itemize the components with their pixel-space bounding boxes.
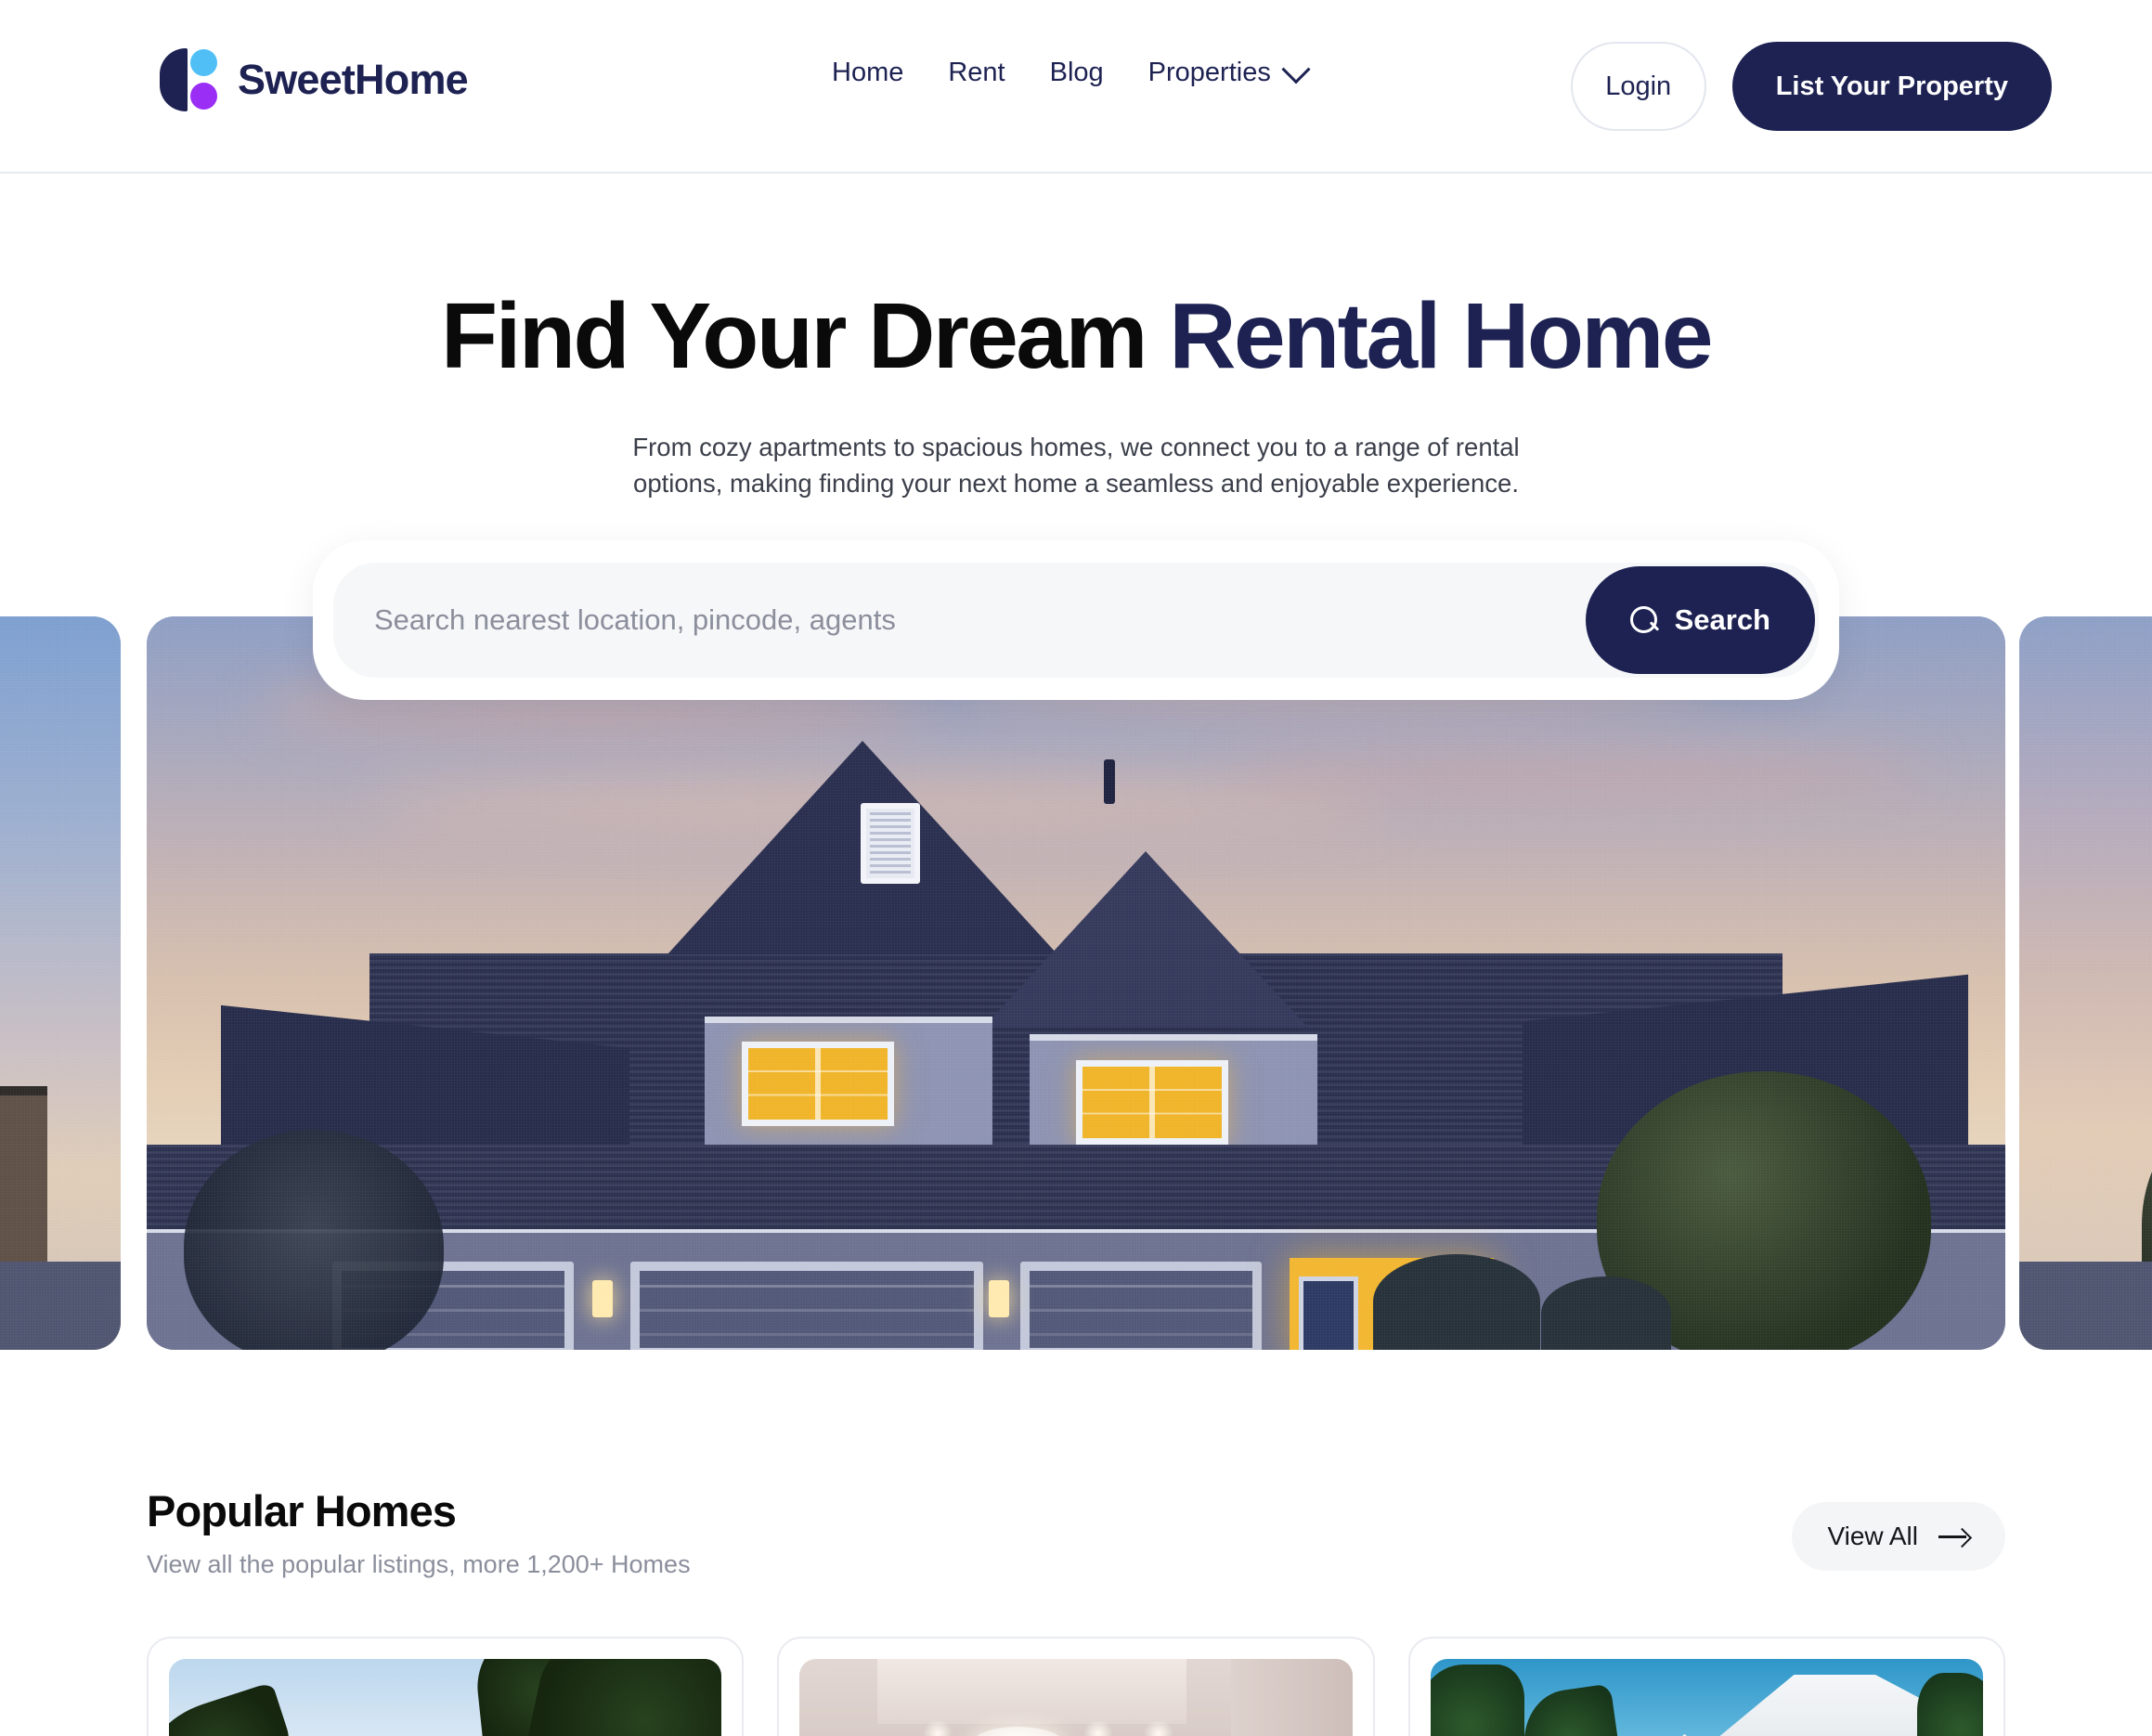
search-bar: Search (313, 540, 1839, 700)
header-actions: Login List Your Property (1570, 42, 2052, 131)
carousel-slide-previous[interactable] (0, 616, 121, 1350)
sweethome-logo-icon (160, 48, 217, 111)
decor-tree (184, 1130, 445, 1350)
view-all-button[interactable]: View All (1792, 1502, 2005, 1571)
hero-title-accent: Rental Home (1169, 284, 1713, 388)
decor-lit-window (1076, 1059, 1229, 1145)
decor-palm (1430, 1665, 1524, 1736)
decor-palm (1916, 1673, 1983, 1736)
hero-carousel (0, 616, 2152, 1350)
decor-lit-window (741, 1042, 894, 1127)
popular-homes-header: Popular Homes View all the popular listi… (147, 1485, 2005, 1579)
site-header: SweetHome Home Rent Blog Properties Logi… (0, 0, 2152, 174)
nav-item-blog[interactable]: Blog (1028, 58, 1126, 88)
chevron-down-icon (1281, 54, 1311, 84)
hero-subtitle: From cozy apartments to spacious homes, … (632, 433, 1520, 499)
carousel-image-previous (0, 616, 121, 1350)
decor-shrub (1540, 1276, 1671, 1350)
main-nav: Home Rent Blog Properties (810, 54, 1329, 88)
decor-foreground (0, 1262, 121, 1350)
property-card-image (799, 1659, 1353, 1736)
decor-foreground (2019, 1262, 2152, 1350)
view-all-label: View All (1827, 1522, 1918, 1550)
decor-porch-lamp (988, 1279, 1009, 1317)
section-subtitle: View all the popular listings, more 1,20… (147, 1550, 691, 1579)
property-card[interactable] (147, 1637, 745, 1736)
arrow-right-icon (1938, 1529, 1970, 1544)
decor-garage-door (1019, 1262, 1263, 1350)
popular-homes-list (147, 1637, 2005, 1736)
decor-front-door (1299, 1276, 1359, 1350)
list-your-property-button[interactable]: List Your Property (1731, 42, 2052, 131)
decor-ceiling (876, 1659, 1187, 1724)
page-title: Find Your Dream Rental Home (0, 288, 2152, 385)
property-card-image (1430, 1659, 1983, 1736)
decor-cloud (1225, 748, 1931, 800)
decor-palm-frond (169, 1681, 303, 1736)
decor-palm (1517, 1683, 1626, 1736)
decor-shrub (1373, 1254, 1541, 1350)
carousel-slide-next[interactable] (2019, 616, 2152, 1350)
nav-item-home[interactable]: Home (810, 58, 926, 88)
popular-homes-heading-group: Popular Homes View all the popular listi… (147, 1485, 691, 1579)
logo-dot-purple-icon (190, 83, 217, 110)
nav-item-rent[interactable]: Rent (926, 58, 1027, 88)
decor-pendant-light (970, 1726, 1066, 1736)
search-icon (1629, 606, 1658, 634)
decor-porch-lamp (592, 1279, 614, 1317)
decor-gable-vent (860, 803, 920, 885)
nav-item-properties-label: Properties (1147, 58, 1271, 87)
property-card-image (169, 1659, 722, 1736)
decor-palm-frond (518, 1659, 722, 1736)
property-card[interactable] (777, 1637, 1375, 1736)
search-field[interactable]: Search (333, 563, 1819, 678)
logo-dot-blue-icon (190, 49, 217, 76)
carousel-image-active (147, 616, 2005, 1350)
decor-wall (1230, 1659, 1353, 1736)
logo-d-shape (160, 48, 188, 111)
search-button-label: Search (1674, 603, 1770, 636)
hero-title-plain: Find Your Dream (441, 284, 1170, 388)
brand-name: SweetHome (238, 56, 469, 103)
brand-logo[interactable]: SweetHome (160, 48, 469, 111)
search-button[interactable]: Search (1585, 566, 1815, 674)
carousel-image-next (2019, 616, 2152, 1350)
decor-chimney (1104, 759, 1116, 805)
decor-gable (982, 850, 1308, 1028)
nav-item-properties[interactable]: Properties (1126, 54, 1329, 88)
section-title: Popular Homes (147, 1486, 457, 1535)
carousel-slide-active[interactable] (147, 616, 2005, 1350)
property-card[interactable] (1407, 1637, 2005, 1736)
page-root: SweetHome Home Rent Blog Properties Logi… (0, 0, 2152, 1736)
login-button[interactable]: Login (1570, 42, 1706, 131)
decor-garage-door (629, 1262, 983, 1350)
